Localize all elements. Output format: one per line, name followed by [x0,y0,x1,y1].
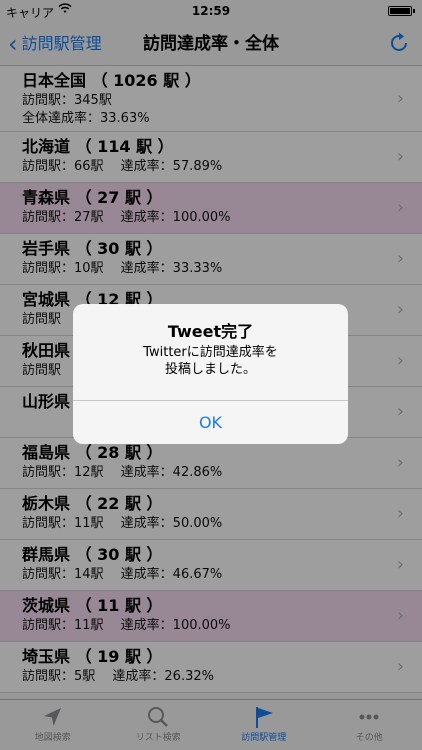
ok-button[interactable]: OK [73,401,348,444]
alert-title: Tweet完了 [167,322,254,341]
alert-message: Twitterに訪問達成率を 投稿しました。 [143,345,278,377]
alert-dialog: Tweet完了 Twitterに訪問達成率を 投稿しました。 OK [73,304,348,444]
